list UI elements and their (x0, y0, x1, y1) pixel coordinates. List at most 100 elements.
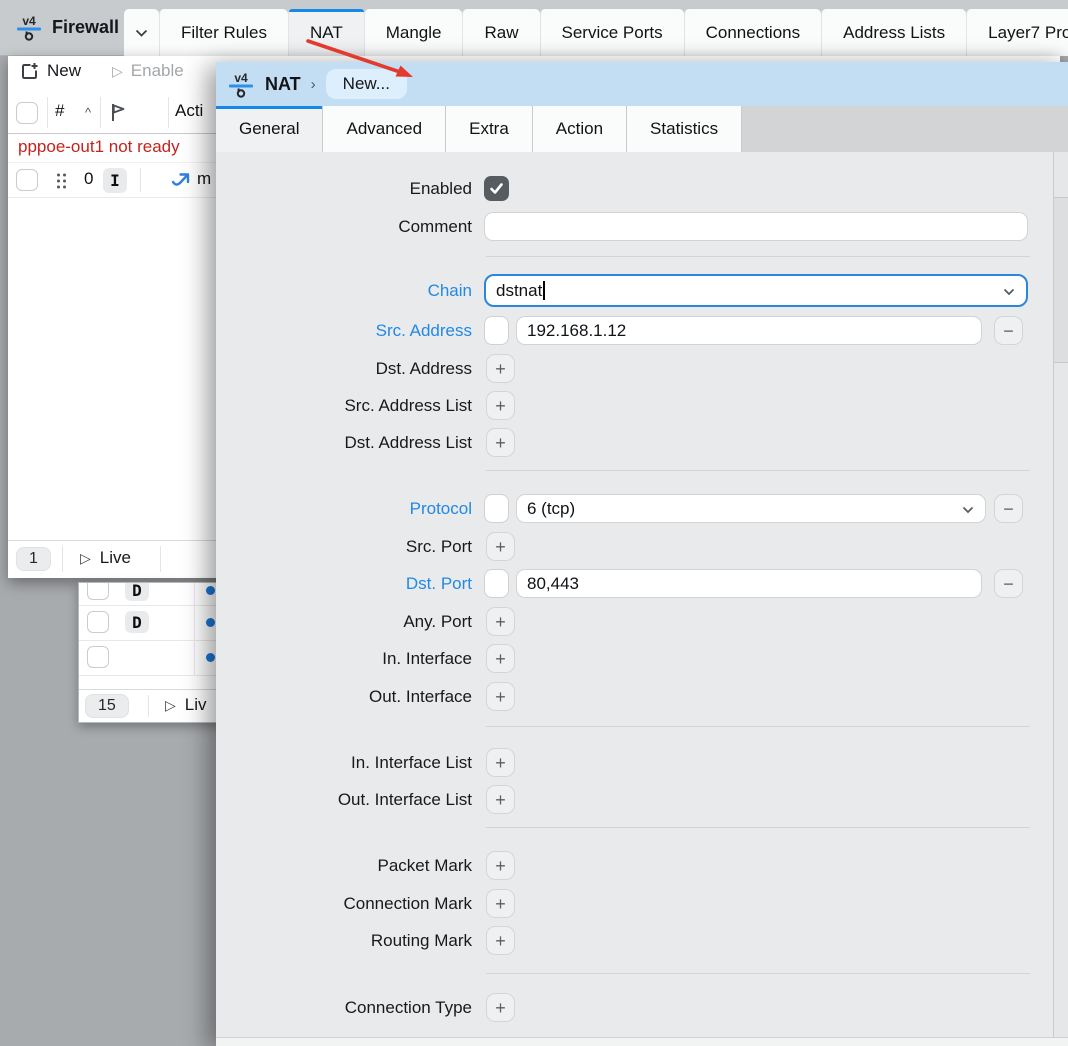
src-address-input[interactable] (516, 316, 982, 345)
invalid-flag-badge: I (103, 168, 127, 193)
remove-protocol-button[interactable]: − (994, 494, 1023, 523)
flag-column-icon[interactable] (110, 103, 126, 122)
column-number-header[interactable]: # (55, 101, 64, 121)
add-any-port-button[interactable]: + (486, 607, 515, 636)
negate-checkbox[interactable] (484, 316, 509, 345)
svg-text:v4: v4 (22, 14, 36, 28)
disabled-flag-badge: D (125, 611, 149, 633)
tab-statistics[interactable]: Statistics (627, 106, 742, 152)
new-rule-button[interactable]: New (20, 61, 81, 81)
chevron-down-icon (962, 506, 974, 514)
add-connection-type-button[interactable]: + (486, 993, 515, 1022)
group-divider (486, 973, 1030, 974)
field-enabled: Enabled (216, 174, 1068, 203)
row-checkbox[interactable] (87, 582, 109, 600)
add-dst-address-button[interactable]: + (486, 354, 515, 383)
chain-combobox[interactable]: dstnat (484, 274, 1028, 307)
field-chain: Chain dstnat (216, 276, 1068, 305)
tab-service-ports[interactable]: Service Ports (540, 9, 684, 56)
status-dot (206, 653, 215, 662)
dialog-scrollbar-thumb[interactable] (1054, 197, 1068, 363)
disabled-flag-badge: D (125, 582, 149, 601)
new-window-icon (20, 62, 39, 81)
add-in-interface-button[interactable]: + (486, 644, 515, 673)
add-in-interface-list-button[interactable]: + (486, 748, 515, 777)
drag-handle-icon[interactable] (56, 173, 68, 189)
add-out-interface-button[interactable]: + (486, 682, 515, 711)
field-out-interface: Out. Interface + (216, 682, 1068, 711)
tab-layer7-protocols[interactable]: Layer7 Protocols (966, 9, 1068, 56)
live-toggle-button[interactable]: ▷ Liv (165, 695, 207, 715)
tab-action[interactable]: Action (533, 106, 627, 152)
remove-dst-port-button[interactable]: − (994, 569, 1023, 598)
add-src-port-button[interactable]: + (486, 532, 515, 561)
webfig-screen: v4 Firewall Filter Rules NAT Mangle Raw … (0, 0, 1068, 1046)
chevron-down-icon (1003, 288, 1015, 296)
status-dot (206, 618, 215, 627)
field-src-port: Src. Port + (216, 532, 1068, 561)
firewall-tabs: Filter Rules NAT Mangle Raw Service Port… (124, 9, 1068, 56)
comment-input[interactable] (484, 212, 1028, 241)
row-checkbox[interactable] (87, 646, 109, 668)
add-src-address-list-button[interactable]: + (486, 391, 515, 420)
row-checkbox[interactable] (87, 611, 109, 633)
negate-checkbox[interactable] (484, 569, 509, 598)
live-toggle-button[interactable]: ▷ Live (80, 548, 131, 568)
remove-src-address-button[interactable]: − (994, 316, 1023, 345)
add-packet-mark-button[interactable]: + (486, 851, 515, 880)
protocol-select[interactable]: 6 (tcp) (516, 494, 986, 523)
field-dst-address-list: Dst. Address List + (216, 428, 1068, 457)
chevron-down-icon (135, 29, 148, 37)
add-dst-address-list-button[interactable]: + (486, 428, 515, 457)
check-icon (489, 182, 504, 195)
tab-mangle[interactable]: Mangle (364, 9, 463, 56)
group-divider (486, 470, 1030, 471)
row-checkbox[interactable] (16, 169, 38, 191)
play-icon: ▷ (80, 550, 91, 567)
dialog-bottom-bar (216, 1037, 1068, 1046)
play-icon: ▷ (112, 63, 123, 80)
breadcrumb-current: New... (326, 69, 407, 99)
field-connection-mark: Connection Mark + (216, 889, 1068, 918)
sort-ascending-icon[interactable]: ^ (85, 105, 91, 120)
field-src-address-list: Src. Address List + (216, 391, 1068, 420)
add-routing-mark-button[interactable]: + (486, 926, 515, 955)
rule-number: 0 (84, 169, 93, 189)
negate-checkbox[interactable] (484, 494, 509, 523)
field-in-interface-list: In. Interface List + (216, 748, 1068, 777)
tab-advanced[interactable]: Advanced (323, 106, 446, 152)
tab-address-lists[interactable]: Address Lists (821, 9, 966, 56)
svg-text:v4: v4 (234, 71, 248, 85)
nat-rule-dialog: v4 NAT › New... General Advanced Extra A… (216, 62, 1068, 1046)
tab-extra[interactable]: Extra (446, 106, 533, 152)
tab-raw[interactable]: Raw (462, 9, 539, 56)
tab-nat[interactable]: NAT (288, 9, 364, 56)
field-src-address: Src. Address − (216, 316, 1068, 345)
add-connection-mark-button[interactable]: + (486, 889, 515, 918)
field-out-interface-list: Out. Interface List + (216, 785, 1068, 814)
tab-general[interactable]: General (216, 106, 323, 152)
dialog-tabs: General Advanced Extra Action Statistics (216, 106, 1068, 152)
field-in-interface: In. Interface + (216, 644, 1068, 673)
enable-rule-button[interactable]: ▷ Enable (112, 61, 184, 81)
action-cell-text: m (197, 169, 211, 189)
group-divider (486, 827, 1030, 828)
ipv4-firewall-icon: v4 (16, 13, 43, 42)
tabs-overflow-button[interactable] (124, 9, 159, 56)
enabled-checkbox[interactable] (484, 176, 509, 201)
firewall-title-group: v4 Firewall (16, 13, 119, 42)
select-all-checkbox[interactable] (16, 102, 38, 124)
dialog-titlebar[interactable]: v4 NAT › New... (216, 62, 1068, 106)
tab-connections[interactable]: Connections (684, 9, 822, 56)
row-count-badge: 15 (85, 694, 129, 718)
dst-port-input[interactable] (516, 569, 982, 598)
play-icon: ▷ (165, 697, 176, 714)
breadcrumb-root: NAT (265, 74, 301, 95)
tab-filter-rules[interactable]: Filter Rules (159, 9, 288, 56)
field-packet-mark: Packet Mark + (216, 851, 1068, 880)
field-any-port: Any. Port + (216, 607, 1068, 636)
add-out-interface-list-button[interactable]: + (486, 785, 515, 814)
status-dot (206, 586, 215, 595)
page-title: Firewall (52, 17, 119, 38)
column-action-header[interactable]: Acti (175, 101, 203, 121)
